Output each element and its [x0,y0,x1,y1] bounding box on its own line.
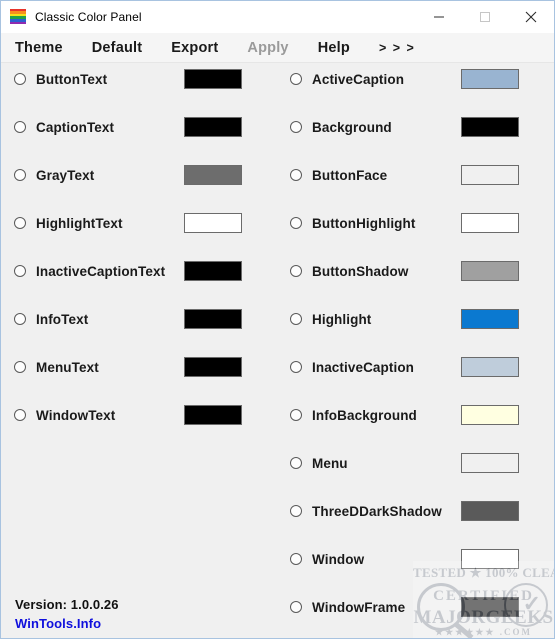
color-name-label: ThreeDDarkShadow [312,503,442,519]
color-swatch-inactivecaption[interactable] [461,357,519,377]
color-swatch-buttonshadow[interactable] [461,261,519,281]
close-button[interactable] [508,1,554,32]
color-name-label: Highlight [312,311,372,327]
color-name-label: Background [312,119,392,135]
color-name-label: WindowText [36,407,116,423]
version-label: Version: 1.0.0.26 [15,597,119,612]
color-name-label: Window [312,551,365,567]
color-swatch-activecaption[interactable] [461,69,519,89]
menu-item-[interactable]: > > > [379,41,415,55]
close-icon [525,11,537,22]
window-title: Classic Color Panel [35,9,142,24]
color-swatch-highlighttext[interactable] [184,213,242,233]
color-swatch-infotext[interactable] [184,309,242,329]
menu-item-help[interactable]: Help [318,40,350,56]
color-swatch-buttonhighlight[interactable] [461,213,519,233]
rainbow-app-icon [10,8,26,25]
color-name-label: MenuText [36,359,99,375]
radio-infobackground[interactable] [290,409,302,421]
color-swatch-infobackground[interactable] [461,405,519,425]
menu-item-export[interactable]: Export [171,40,218,56]
minimize-icon [434,16,444,17]
radio-window[interactable] [290,553,302,565]
maximize-button[interactable] [462,1,508,32]
radio-windowtext[interactable] [14,409,26,421]
color-swatch-windowtext[interactable] [184,405,242,425]
color-swatch-menutext[interactable] [184,357,242,377]
magnifier-handle-icon [453,621,474,638]
color-name-label: ActiveCaption [312,71,405,87]
rainbow-stripe-5 [10,21,26,25]
color-swatch-graytext[interactable] [184,165,242,185]
color-name-label: InfoText [36,311,89,327]
radio-menutext[interactable] [14,361,26,373]
color-name-label: HighlightText [36,215,123,231]
color-name-label: InactiveCaption [312,359,415,375]
color-swatch-threeddarkshadow[interactable] [461,501,519,521]
color-swatch-buttonface[interactable] [461,165,519,185]
window-caption-buttons [416,1,554,32]
color-name-label: ButtonShadow [312,263,409,279]
radio-highlighttext[interactable] [14,217,26,229]
color-name-label: InactiveCaptionText [36,263,166,279]
footer-info: Version: 1.0.0.26 WinTools.Info [15,597,119,631]
radio-inactivecaption[interactable] [290,361,302,373]
color-swatch-menu[interactable] [461,453,519,473]
menu-bar: Theme Default Export Apply Help > > > [1,33,554,63]
color-swatch-background[interactable] [461,117,519,137]
color-swatch-buttontext[interactable] [184,69,242,89]
radio-graytext[interactable] [14,169,26,181]
radio-inactivecaptiontext[interactable] [14,265,26,277]
color-name-label: ButtonHighlight [312,215,416,231]
radio-buttonshadow[interactable] [290,265,302,277]
radio-activecaption[interactable] [290,73,302,85]
color-name-label: GrayText [36,167,95,183]
title-bar: Classic Color Panel [1,1,554,33]
color-name-label: ButtonText [36,71,108,87]
radio-captiontext[interactable] [14,121,26,133]
menu-item-default[interactable]: Default [92,40,143,56]
minimize-button[interactable] [416,1,462,32]
radio-windowframe[interactable] [290,601,302,613]
radio-buttonhighlight[interactable] [290,217,302,229]
color-name-label: WindowFrame [312,599,406,615]
website-link[interactable]: WinTools.Info [15,616,119,631]
classic-color-panel-window: Classic Color Panel Theme Default Export Ap [0,0,555,639]
color-list-area: ButtonText CaptionText GrayText HighlightTe… [1,63,554,638]
color-swatch-inactivecaptiontext[interactable] [184,261,242,281]
maximize-icon [480,11,490,22]
color-name-label: ButtonFace [312,167,388,183]
color-name-label: InfoBackground [312,407,417,423]
radio-menu[interactable] [290,457,302,469]
color-swatch-captiontext[interactable] [184,117,242,137]
color-name-label: CaptionText [36,119,115,135]
color-swatch-windowframe[interactable] [461,597,519,617]
radio-buttonface[interactable] [290,169,302,181]
radio-buttontext[interactable] [14,73,26,85]
color-name-label: Menu [312,455,348,471]
radio-infotext[interactable] [14,313,26,325]
color-swatch-window[interactable] [461,549,519,569]
radio-highlight[interactable] [290,313,302,325]
menu-item-apply[interactable]: Apply [247,40,288,56]
color-swatch-highlight[interactable] [461,309,519,329]
radio-background[interactable] [290,121,302,133]
watermark-stars: ★★★★★★ .COM [435,627,532,637]
menu-item-theme[interactable]: Theme [15,40,63,56]
radio-threeddarkshadow[interactable] [290,505,302,517]
